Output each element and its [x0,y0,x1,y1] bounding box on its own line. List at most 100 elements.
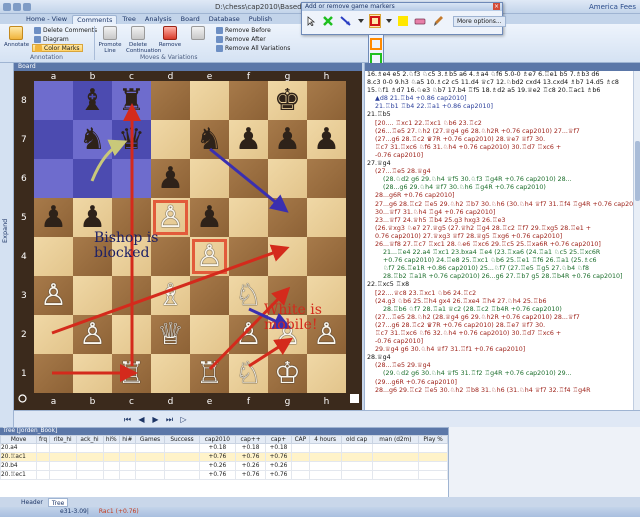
white-pawn[interactable]: ♙ [79,319,106,350]
notation-line[interactable]: [20.... ♖xc1 22.♖xc1 ♘b6 23.♖c2 [367,120,638,128]
square-h7[interactable]: ♟ [307,120,346,159]
notation-line[interactable]: ♖c7 31.♖xc6 ♘f6 32.♘h4 +0.76 cap2010) 30… [367,330,638,338]
tab-tree[interactable]: Tree [118,15,140,24]
remove-button[interactable]: Remove [158,26,182,48]
notation-line[interactable]: (26.♕xg3 ♘e7 27.♕g5 (27.♕h2 ♖g4 28.♖c2 ♖… [367,225,638,233]
notation-line[interactable]: (27...g6 28.♖c2 ♛7R +0.76 cap2010) 28.♖e… [367,322,638,330]
square-h4[interactable] [307,237,346,276]
square-a2[interactable] [34,315,73,354]
notation-line[interactable]: (27...g6 28.♖c2 ♛7R +0.76 cap2010) 28.♕e… [367,136,638,144]
square-a4[interactable] [34,237,73,276]
square-e1[interactable]: ♖ [190,354,229,393]
notation-line[interactable]: ♖c7 31.♖xc6 ♘f6 31.♘h4 +0.76 cap2010) 30… [367,144,638,152]
notation-line[interactable]: (26...♖e5 27.♘h2 (27.♕g4 g6 28.♘h2R +0.7… [367,128,638,136]
square-d8[interactable] [151,81,190,120]
square-f2[interactable]: ♙ [229,315,268,354]
promote-line-button[interactable]: Promote Line [98,26,122,54]
tree-column-header[interactable]: rite_hi [48,435,77,444]
square-b7[interactable]: ♞ [73,120,112,159]
square-c8[interactable]: ♜ [112,81,151,120]
notation-line[interactable]: 26...♕f8 27.♖c7 ♖xc1 28.♘e6 ♖xc6 29.♖c5 … [367,241,638,249]
notation-line[interactable]: 28.♖b2 ♖a1R +0.76 cap2010) 26...g6 27.♖b… [367,273,638,281]
white-rook[interactable]: ♖ [196,358,223,389]
square-f4[interactable] [229,237,268,276]
eraser-tool[interactable] [413,14,427,28]
square-d1[interactable] [151,354,190,393]
square-g6[interactable] [268,159,307,198]
white-rook[interactable]: ♖ [118,358,145,389]
square-h1[interactable] [307,354,346,393]
black-pawn[interactable]: ♟ [79,202,106,233]
white-queen[interactable]: ♕ [157,319,184,350]
notation-line[interactable]: (28...g6 29.♘h4 ♕f7 30.♘h6 ♖g4R +0.76 ca… [367,184,638,192]
square-d6[interactable]: ♟ [151,159,190,198]
square-a6[interactable] [34,159,73,198]
tree-column-header[interactable]: man (d2m) [371,435,420,444]
square-e6[interactable] [190,159,229,198]
notation-line[interactable]: 27.♕g4 [367,160,638,168]
notation-line[interactable]: (29...g6R +0.76 cap2010] [367,379,638,387]
notation-line[interactable]: 30...♕f7 31.♘h4 ♖g4 +0.76 cap2010] [367,209,638,217]
orange-square-marker[interactable] [370,38,382,50]
black-pawn[interactable]: ♟ [196,202,223,233]
play-button[interactable]: ▷ [178,414,189,425]
tab-comments[interactable]: Comments [72,15,118,24]
notation-line[interactable]: 22.♖xc5 ♖x8 [367,281,638,289]
next-move-button[interactable]: ▶ [150,414,161,425]
square-a3[interactable]: ♙ [34,276,73,315]
pointer-tool[interactable] [305,14,317,28]
square-a5[interactable]: ♟ [34,198,73,237]
notation-lines[interactable]: 16.♗e4 e5 2.♘f3 ♘c5 3.♗b5 a6 4.♗a4 ♘f6 5… [365,71,640,395]
notation-line[interactable]: 29.♕g4 g6 30.♘h4 ♕f7 31.♖f1 +0.76 cap201… [367,346,638,354]
tab-publish[interactable]: Publish [245,15,276,24]
tab-header[interactable]: Header [18,498,46,507]
square-e7[interactable]: ♞ [190,120,229,159]
notation-line[interactable]: 28.♕g4 [367,354,638,362]
black-knight[interactable]: ♞ [79,124,106,155]
remove-all-variations-button[interactable]: Remove All Variations [216,44,290,52]
dropdown-arrow-2[interactable] [385,14,393,28]
tree-column-header[interactable]: CAP [291,435,310,444]
notation-line[interactable]: 28...g6 29.♖c2 ♖e5 30.♘h2 ♖b8 31.♘h6 (31… [367,387,638,395]
black-king[interactable]: ♚ [274,85,301,116]
square-f3[interactable]: ♘ [229,276,268,315]
white-pawn[interactable]: ♙ [157,202,184,233]
remove-before-button[interactable]: Remove Before [216,26,271,34]
black-pawn[interactable]: ♟ [313,124,340,155]
notation-line[interactable]: (28.♘d2 g6 29.♘h4 ♕f5 30.♘f3 ♖g4R +0.76 … [367,176,638,184]
notation-line[interactable]: (24.g3 ♘b6 25.♖h4 gx4 26.♖xe4 ♖h4 27.♘h4… [367,298,638,306]
black-pawn[interactable]: ♟ [40,202,67,233]
square-b6[interactable] [73,159,112,198]
notation-line[interactable]: 21.♖b5 [367,111,638,119]
tab-database[interactable]: Database [205,15,244,24]
square-f7[interactable]: ♟ [229,120,268,159]
square-c1[interactable]: ♖ [112,354,151,393]
square-b2[interactable]: ♙ [73,315,112,354]
square-b8[interactable]: ♝ [73,81,112,120]
square-g4[interactable] [268,237,307,276]
square-g8[interactable]: ♚ [268,81,307,120]
notation-line[interactable]: (27...♖e5 28.♘h2 (28.♕g4 g6 29.♘h2R +0.7… [367,314,638,322]
blue-arrow-tool[interactable] [339,14,353,28]
square-f8[interactable] [229,81,268,120]
rotate-board-icon[interactable] [18,394,27,403]
tree-column-header[interactable]: hi% [102,435,121,444]
black-pawn[interactable]: ♟ [274,124,301,155]
square-c7[interactable]: ♛ [112,120,151,159]
notation-line[interactable]: [22....♕c8 23.♖xc1 ♘b6 24.♖c2 [367,290,638,298]
square-a1[interactable] [34,354,73,393]
black-pawn[interactable]: ♟ [157,163,184,194]
white-pawn[interactable]: ♙ [235,319,262,350]
delete-continuation-button[interactable]: Delete Continuation [126,26,161,54]
prev-move-button[interactable]: ◀ [136,414,147,425]
green-cross-tool[interactable] [321,14,335,28]
remove-line-button[interactable] [186,26,210,42]
dropdown-arrow[interactable] [357,14,365,28]
quick-access-toolbar[interactable] [0,1,40,13]
chess-board[interactable]: ♝ ♜ ♚ ♞ ♛ ♞ ♟ ♟ ♟ ♟ ♟ ♟ ♙ ♟ ♙ ♙ ♗ ♘ ♙ ♕ … [34,81,346,393]
brush-tool[interactable] [431,14,445,28]
notation-line[interactable]: 16.♗e4 e5 2.♘f3 ♘c5 3.♗b5 a6 4.♗a4 ♘f6 5… [367,71,638,79]
square-h5[interactable] [307,198,346,237]
white-knight[interactable]: ♘ [235,280,262,311]
tree-column-header[interactable]: Games [134,435,166,444]
